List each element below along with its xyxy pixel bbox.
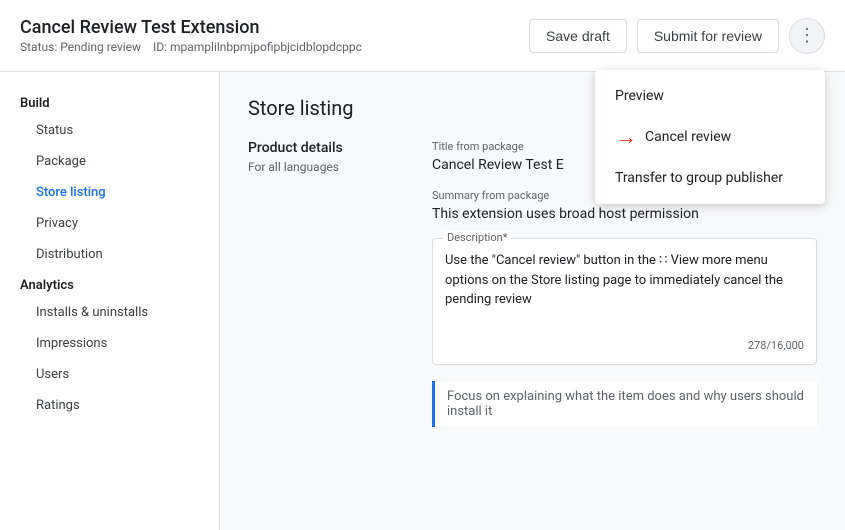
sidebar: Build Status Package Store listing Priva…: [0, 72, 220, 530]
sidebar-item-distribution-label: Distribution: [36, 247, 103, 262]
header-subtitle: Status: Pending review ID: mpamplilnbpmj…: [20, 40, 362, 54]
description-text[interactable]: Use the "Cancel review" button in the ∷ …: [445, 251, 804, 331]
id-text: ID: mpamplilnbpmjpofipbjcidblopdcppc: [153, 40, 362, 54]
sidebar-item-status-label: Status: [36, 123, 73, 138]
sidebar-item-store-listing-label: Store listing: [36, 185, 106, 200]
sidebar-item-ratings[interactable]: Ratings: [0, 390, 219, 421]
sidebar-build-header: Build: [0, 88, 219, 115]
sidebar-item-privacy-label: Privacy: [36, 216, 78, 231]
status-text: Status: Pending review: [20, 40, 141, 54]
sidebar-item-installs-label: Installs & uninstalls: [36, 305, 148, 320]
sidebar-item-installs[interactable]: Installs & uninstalls: [0, 297, 219, 328]
sidebar-item-store-listing[interactable]: Store listing: [0, 177, 219, 208]
sidebar-item-package-label: Package: [36, 154, 86, 169]
sidebar-item-privacy[interactable]: Privacy: [0, 208, 219, 239]
sidebar-item-ratings-label: Ratings: [36, 398, 80, 413]
sidebar-item-status[interactable]: Status: [0, 115, 219, 146]
dropdown-item-preview-label: Preview: [615, 88, 664, 104]
sidebar-item-impressions-label: Impressions: [36, 336, 107, 351]
page-title: Cancel Review Test Extension: [20, 17, 362, 38]
sidebar-item-impressions[interactable]: Impressions: [0, 328, 219, 359]
dropdown-item-cancel-review[interactable]: → Cancel review: [595, 114, 825, 160]
save-draft-button[interactable]: Save draft: [529, 19, 627, 53]
for-all-languages: For all languages: [248, 160, 408, 174]
header-actions: Save draft Submit for review ⋮ Preview →…: [529, 18, 825, 54]
sidebar-item-package[interactable]: Package: [0, 146, 219, 177]
focus-hint-box: Focus on explaining what the item does a…: [432, 381, 817, 427]
sidebar-item-distribution[interactable]: Distribution: [0, 239, 219, 270]
cancel-review-arrow-icon: →: [615, 124, 637, 150]
description-label: Description*: [443, 231, 511, 244]
header: Cancel Review Test Extension Status: Pen…: [0, 0, 845, 72]
sidebar-item-users[interactable]: Users: [0, 359, 219, 390]
more-icon: ⋮: [798, 25, 816, 46]
sidebar-analytics-header: Analytics: [0, 270, 219, 297]
submit-review-button[interactable]: Submit for review: [637, 19, 779, 53]
product-details-left: Product details For all languages: [248, 140, 408, 427]
focus-hint-text: Focus on explaining what the item does a…: [447, 389, 805, 419]
dropdown-item-transfer-label: Transfer to group publisher: [615, 170, 783, 186]
product-details-label: Product details: [248, 140, 408, 156]
dropdown-item-preview[interactable]: Preview: [595, 78, 825, 114]
dropdown-item-cancel-review-label: Cancel review: [645, 129, 731, 145]
description-count: 278/16,000: [445, 339, 804, 352]
more-menu-button[interactable]: ⋮: [789, 18, 825, 54]
summary-from-package-value: This extension uses broad host permissio…: [432, 206, 817, 222]
dropdown-menu: Preview → Cancel review Transfer to grou…: [595, 70, 825, 204]
description-box: Description* Use the "Cancel review" but…: [432, 238, 817, 365]
header-left: Cancel Review Test Extension Status: Pen…: [20, 17, 362, 54]
sidebar-item-users-label: Users: [36, 367, 69, 382]
dropdown-item-transfer[interactable]: Transfer to group publisher: [595, 160, 825, 196]
